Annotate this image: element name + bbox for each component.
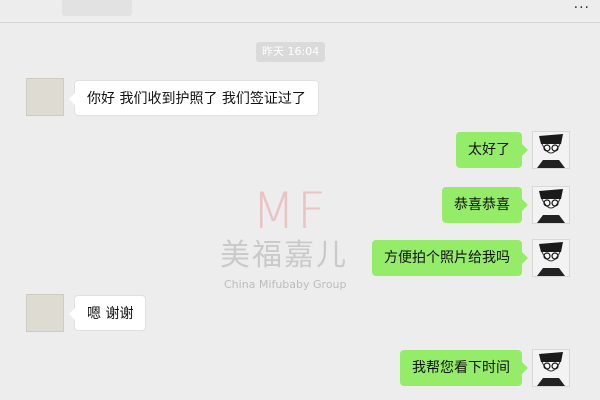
received-message-bubble[interactable]: 嗯 谢谢 <box>68 295 147 331</box>
user-avatar[interactable] <box>532 239 570 277</box>
sent-message-bubble[interactable]: 方便拍个照片给我吗 <box>372 240 528 276</box>
sent-message-bubble[interactable]: 我帮您看下时间 <box>400 350 528 386</box>
watermark: MF 美福嘉儿 China Mifubaby Group <box>210 186 370 296</box>
more-dots-icon[interactable]: ··· <box>574 0 590 16</box>
received-message-bubble[interactable]: 你好 我们收到护照了 我们签证过了 <box>69 80 319 116</box>
sent-message-bubble[interactable]: 太好了 <box>456 132 528 168</box>
user-avatar[interactable] <box>532 186 570 224</box>
sent-message-bubble[interactable]: 恭喜恭喜 <box>442 187 528 223</box>
chat-header: ··· <box>0 0 600 23</box>
blurred-title <box>62 0 132 16</box>
contact-avatar[interactable] <box>26 78 64 116</box>
user-avatar[interactable] <box>532 349 570 387</box>
contact-avatar[interactable] <box>26 294 64 332</box>
user-avatar[interactable] <box>532 131 570 169</box>
watermark-name-en: China Mifubaby Group <box>224 278 347 291</box>
watermark-logo: MF <box>252 182 328 240</box>
message-timestamp: 昨天 16:04 <box>256 42 326 62</box>
watermark-name-cn: 美福嘉儿 <box>220 238 348 273</box>
